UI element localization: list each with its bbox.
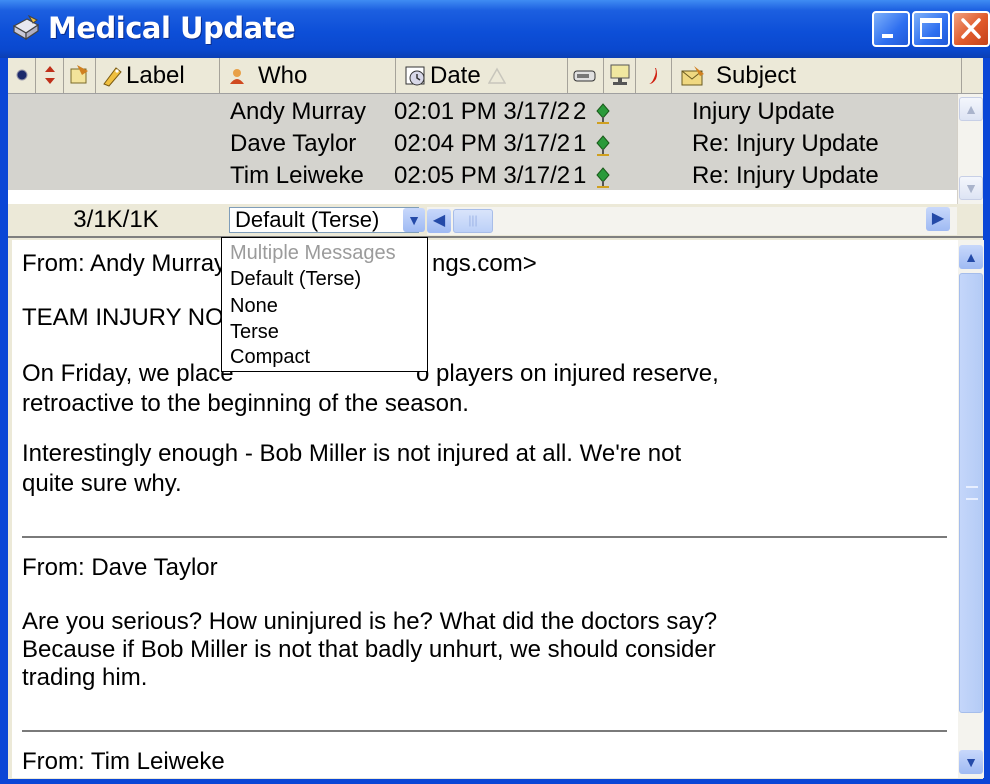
horizontal-scrollbar[interactable]: ◀ |||	[427, 207, 957, 235]
scroll-thumb[interactable]	[959, 273, 983, 713]
pushpin-icon	[596, 135, 610, 156]
chevron-down-icon[interactable]: ▼	[403, 208, 425, 232]
subject-envelope-icon	[681, 66, 704, 86]
col-attachment[interactable]	[64, 58, 96, 93]
body-vertical-scrollbar[interactable]: ▲ ▼	[958, 240, 984, 778]
col-subject[interactable]: Subject	[672, 58, 962, 93]
size-bar-icon	[573, 70, 596, 82]
option-default-terse[interactable]: Default (Terse)	[230, 267, 361, 291]
message-body[interactable]: From: Andy Murray ngs.com> TEAM INJURY N…	[12, 240, 958, 778]
priority-arrows-icon	[45, 66, 55, 84]
body-heading: TEAM INJURY NOT	[22, 304, 239, 331]
list-scroll-up-button[interactable]: ▲	[959, 97, 983, 121]
scroll-right-button[interactable]: ▶	[926, 207, 950, 231]
option-compact[interactable]: Compact	[230, 345, 310, 369]
who-person-icon	[230, 69, 244, 84]
sort-ascending-icon	[488, 67, 506, 84]
label-tag-icon	[103, 67, 122, 87]
maximize-icon	[920, 18, 942, 39]
col-date-text: Date	[430, 62, 481, 89]
list-scroll-down-button[interactable]: ▼	[959, 176, 983, 200]
option-terse[interactable]: Terse	[230, 320, 279, 344]
envelope-pen-icon	[12, 14, 40, 41]
status-row: 3/1K/1K Default (Terse) ▼ ◀ |||	[8, 204, 983, 238]
row-subject: Re: Injury Update	[692, 130, 879, 157]
scroll-down-button[interactable]: ▼	[959, 750, 983, 774]
body-text: o players on injured reserve,	[416, 360, 719, 387]
status-dot-icon	[16, 69, 28, 81]
row-count: 2	[573, 98, 587, 125]
col-mood[interactable]	[636, 58, 672, 93]
option-none[interactable]: None	[230, 294, 278, 318]
row-count: 1	[573, 162, 587, 189]
col-size[interactable]	[568, 58, 604, 93]
row-date: 02:01 PM 3/17/2	[394, 98, 571, 125]
server-status-icon	[610, 64, 630, 85]
col-label[interactable]: Label	[96, 58, 220, 93]
col-date[interactable]: Date	[396, 58, 568, 93]
row-date: 02:04 PM 3/17/2	[394, 130, 571, 157]
maximize-button[interactable]	[912, 11, 950, 47]
window-title: Medical Update	[48, 11, 296, 45]
body-text: Interestingly enough - Bob Miller is not…	[22, 440, 682, 467]
minimize-button[interactable]	[872, 11, 910, 47]
body-from-line: From: Andy Murray	[22, 250, 227, 277]
row-subject: Re: Injury Update	[692, 162, 879, 189]
pepper-icon	[649, 68, 657, 84]
col-status[interactable]	[8, 58, 36, 93]
row-who: Andy Murray	[230, 98, 367, 125]
body-text: retroactive to the beginning of the seas…	[22, 390, 469, 417]
message-separator	[22, 536, 947, 538]
clock-calendar-icon	[405, 66, 425, 86]
col-who[interactable]: Who	[220, 58, 396, 93]
message-list: Andy Murray 02:01 PM 3/17/2 2 Injury Upd…	[8, 94, 957, 190]
message-row[interactable]: Tim Leiweke 02:05 PM 3/17/2 1 Re: Injury…	[8, 160, 957, 192]
body-from-line: From: Dave Taylor	[22, 554, 218, 581]
col-subject-text: Subject	[716, 62, 797, 89]
col-label-text: Label	[126, 62, 185, 89]
pushpin-icon	[596, 103, 610, 124]
col-priority[interactable]	[36, 58, 64, 93]
scroll-left-button[interactable]: ◀	[427, 209, 451, 233]
body-text: On Friday, we place	[22, 360, 234, 387]
col-server[interactable]	[604, 58, 636, 93]
row-who: Dave Taylor	[230, 130, 357, 157]
scroll-thumb[interactable]: |||	[453, 209, 493, 233]
scroll-up-button[interactable]: ▲	[959, 245, 983, 269]
close-icon	[961, 18, 981, 39]
list-vertical-scrollbar[interactable]: ▲ ▼	[957, 94, 983, 204]
message-separator	[22, 730, 947, 732]
body-text: quite sure why.	[22, 470, 182, 497]
body-email-tail: ngs.com>	[432, 250, 537, 277]
body-from-line: From: Tim Leiweke	[22, 748, 225, 775]
pushpin-icon	[596, 167, 610, 188]
minimize-icon	[882, 34, 893, 38]
close-button[interactable]	[952, 11, 990, 47]
window-bottom-border	[0, 779, 990, 784]
option-multiple-messages: Multiple Messages	[230, 242, 396, 264]
view-mode-select[interactable]: Default (Terse)	[229, 207, 419, 233]
message-counts: 3/1K/1K	[73, 206, 159, 233]
list-empty-area	[8, 190, 957, 204]
row-count: 1	[573, 130, 587, 157]
column-header: Label Who Date Subject	[8, 58, 983, 94]
row-who: Tim Leiweke	[230, 162, 364, 189]
view-mode-dropdown[interactable]: Multiple Messages Default (Terse) None T…	[221, 237, 428, 372]
scroll-grip	[966, 486, 978, 500]
body-text: trading him.	[22, 664, 148, 691]
row-date: 02:05 PM 3/17/2	[394, 162, 571, 189]
col-who-text: Who	[258, 62, 308, 89]
message-row[interactable]: Andy Murray 02:01 PM 3/17/2 2 Injury Upd…	[8, 96, 957, 128]
row-subject: Injury Update	[692, 98, 835, 125]
attachment-icon	[70, 65, 88, 84]
message-row[interactable]: Dave Taylor 02:04 PM 3/17/2 1 Re: Injury…	[8, 128, 957, 160]
